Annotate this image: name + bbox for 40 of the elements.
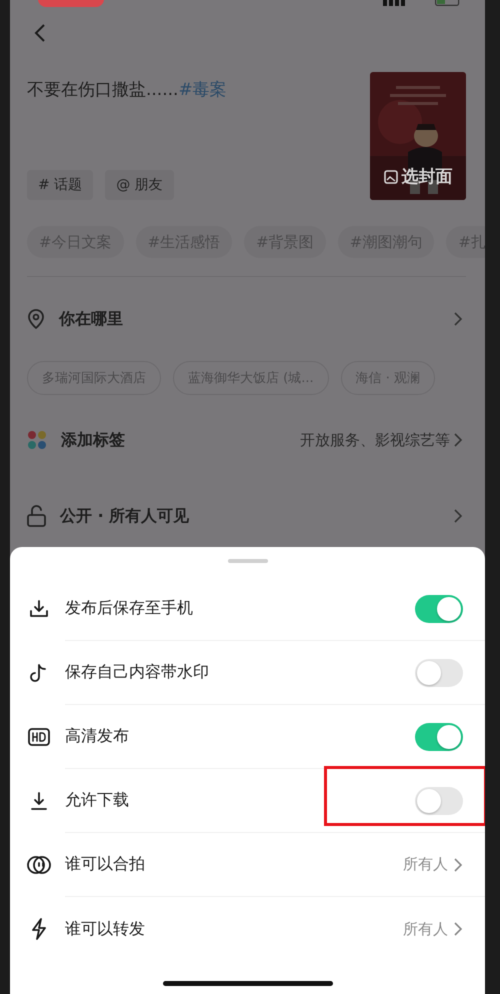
menu-label[interactable]: 你在哪里 [59,308,454,330]
download-tray-icon [29,599,49,619]
toggle-switch[interactable] [415,786,463,814]
signal-icon [383,0,405,6]
location-pin-icon [27,309,45,329]
toggle-switch[interactable] [415,594,463,622]
back-button[interactable] [34,23,46,43]
chevron-icon [454,509,463,523]
music-note-icon [30,663,48,683]
setting-label: 谁可以合拍 [65,854,146,875]
colored-dots-icon [27,430,47,450]
recording-pill-icon [38,0,104,7]
chevron-icon [454,433,463,447]
image-icon [384,170,398,184]
menu-label[interactable]: 公开 · 所有人可见 [60,506,454,526]
drag-handle[interactable] [228,559,268,563]
toggle-switch[interactable] [415,658,463,686]
setting-label: 保存自己内容带水印 [65,662,210,683]
download-icon [29,791,49,811]
setting-label: 允许下载 [65,790,130,811]
overlapping-circles-icon [27,855,51,875]
chevron-icon [454,858,463,872]
battery-icon [435,0,460,6]
menu-value: 开放服务、影视综艺等 [300,430,450,450]
setting-value[interactable]: 所有人 [403,920,448,938]
menu-label[interactable]: 添加标签 [61,430,300,450]
unlocked-padlock-icon [27,505,46,527]
setting-label: 发布后保存至手机 [65,598,194,619]
insert-button[interactable]: # 话题 [27,170,94,200]
insert-button[interactable]: @ 朋友 [105,170,174,200]
hd-icon [28,728,50,746]
setting-label: 谁可以转发 [65,918,146,940]
toggle-switch[interactable] [415,722,463,750]
hashtag-link[interactable]: #毒案 [178,80,227,100]
chevron-icon [454,312,463,326]
caption-text: 不要在伤口撒盐......#毒案 [27,79,227,101]
setting-value[interactable]: 所有人 [403,855,448,874]
setting-label: 高清发布 [65,726,130,747]
lightning-bolt-icon [30,918,48,940]
chevron-icon [454,922,463,936]
